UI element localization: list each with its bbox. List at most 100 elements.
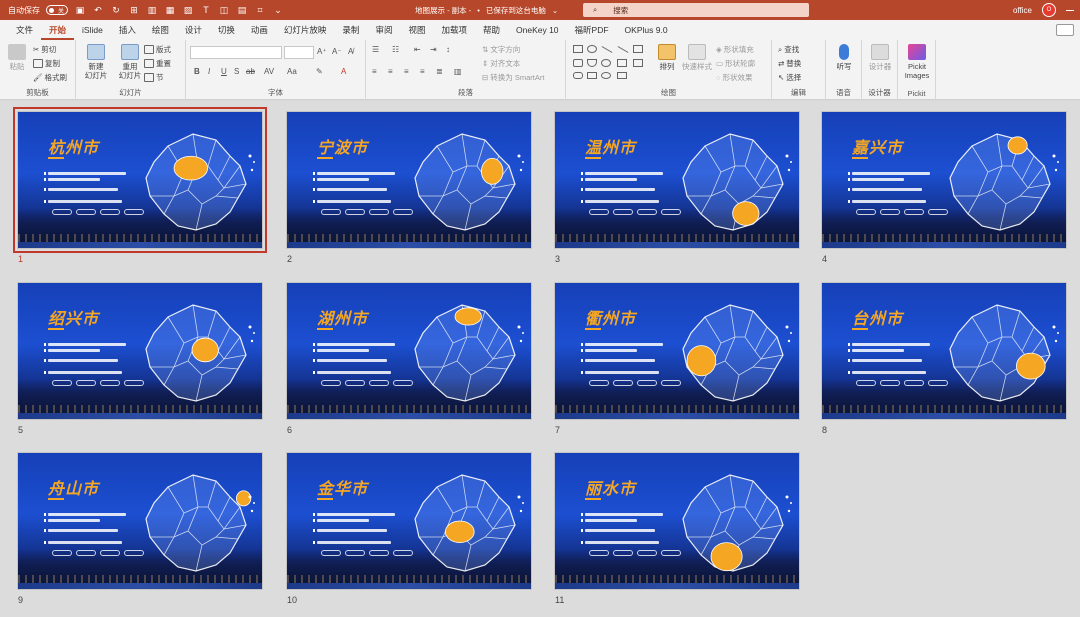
avatar[interactable]: O [1042,3,1056,17]
smartart-button[interactable]: ⊟ 转换为 SmartArt [482,72,544,83]
minimize-icon[interactable] [1066,9,1074,11]
comments-icon[interactable] [1056,24,1074,36]
shapes-gallery[interactable] [571,43,649,81]
slide-thumbnail[interactable]: 丽水市 [554,452,800,590]
align-left-icon[interactable]: ≡ [372,67,377,76]
customize-icon[interactable]: ⌄ [272,4,284,16]
line-shape-icon[interactable] [601,46,613,53]
shrink-font-icon[interactable]: A⁻ [332,47,342,56]
numbering-icon[interactable]: ☷ [392,45,399,54]
spacing-icon[interactable]: AV [264,67,274,76]
text-icon[interactable]: T [200,4,212,16]
format-painter-button[interactable]: 🖌 格式刷 [33,72,67,83]
slide-thumbnail[interactable]: 舟山市 [17,452,263,590]
oval-shape-icon[interactable] [587,45,597,53]
text-direction-button[interactable]: ⇅ 文字方向 [482,44,520,55]
undo-icon[interactable]: ↶ [92,4,104,16]
rounded-rect-shape-icon[interactable] [573,59,583,67]
curve-shape-icon[interactable] [601,72,611,79]
tab-8[interactable]: 幻灯片放映 [276,20,335,40]
bold-icon[interactable]: B [194,67,200,76]
tab-13[interactable]: 帮助 [475,20,508,40]
strikethrough-icon[interactable]: ab [246,67,255,76]
justify-icon[interactable]: ≡ [420,67,425,76]
font-color-icon[interactable]: A [341,67,346,76]
rectangle-shape-icon[interactable] [573,45,583,53]
change-case-icon[interactable]: Aa [287,67,297,76]
tab-6[interactable]: 切换 [210,20,243,40]
triangle-shape-icon[interactable] [587,59,597,67]
slide-thumbnail[interactable]: 湖州市 [286,282,532,420]
slide-thumbnail[interactable]: 衢州市 [554,282,800,420]
table-icon[interactable]: ▦ [164,4,176,16]
replace-button[interactable]: ⇄ 替换 [778,58,801,69]
callout-shape-icon[interactable] [573,72,583,79]
tab-0[interactable]: 文件 [8,20,41,40]
copy-button[interactable]: 复制 [33,58,60,69]
present-icon[interactable]: ⊞ [128,4,140,16]
circle-shape-icon[interactable] [601,59,611,67]
highlight-icon[interactable]: ✎ [316,67,323,76]
distributed-icon[interactable]: ≣ [436,67,443,76]
tab-10[interactable]: 审阅 [367,20,400,40]
shape-effects-button[interactable]: ◌ 形状效果 [716,72,752,83]
columns-icon[interactable]: ▥ [454,67,462,76]
tab-5[interactable]: 设计 [177,20,210,40]
italic-icon[interactable]: I [208,67,210,76]
autosave-toggle[interactable]: 关 [46,5,68,15]
align-text-button[interactable]: ⇕ 对齐文本 [482,58,520,69]
slide-thumbnail[interactable]: 绍兴市 [17,282,263,420]
reset-button[interactable]: 重置 [144,58,171,69]
section-button[interactable]: 节 [144,72,164,83]
arrow-shape-icon[interactable] [617,59,627,67]
font-size-select[interactable] [284,46,314,59]
align-center-icon[interactable]: ≡ [388,67,393,76]
find-button[interactable]: ⌕ 查找 [778,44,799,55]
shape-outline-button[interactable]: ▭ 形状轮廓 [716,58,755,69]
slide-thumbnail[interactable]: 金华市 [286,452,532,590]
paste-button[interactable]: 粘贴 [6,44,28,71]
slide-thumbnail[interactable]: 宁波市 [286,111,532,249]
slide-thumbnail[interactable]: 嘉兴市 [821,111,1067,249]
image-icon[interactable]: ▨ [182,4,194,16]
bracket-shape-icon[interactable] [617,72,627,79]
bullets-icon[interactable]: ☰ [372,45,379,54]
increase-indent-icon[interactable]: ⇥ [430,45,437,54]
brace-shape-icon[interactable] [587,72,597,79]
tab-2[interactable]: iSlide [74,20,111,40]
save-icon[interactable]: ▣ [74,4,86,16]
star-shape-icon[interactable] [633,59,643,67]
shape-icon[interactable]: ◫ [218,4,230,16]
slide-thumbnail[interactable]: 台州市 [821,282,1067,420]
slide-thumbnail[interactable]: 温州市 [554,111,800,249]
grow-font-icon[interactable]: A⁺ [317,47,327,56]
tab-1[interactable]: 开始 [41,20,75,40]
pickit-button[interactable]: Pickit Images [900,44,934,80]
shape-fill-button[interactable]: ◈ 形状填充 [716,44,754,55]
dictate-button[interactable]: 听写 [832,44,856,71]
font-family-select[interactable] [190,46,282,59]
quick-styles-button[interactable]: 快速样式 [682,44,712,71]
search-box[interactable]: ⌕ 搜索 [583,3,809,17]
underline-icon[interactable]: U [221,67,227,76]
redo-icon[interactable]: ↻ [110,4,122,16]
arrange-button[interactable]: 排列 [656,44,678,71]
slide-thumbnail[interactable]: 杭州市 [13,107,267,253]
textbox-shape-icon[interactable] [633,45,643,53]
chart-icon[interactable]: ▤ [236,4,248,16]
tab-16[interactable]: OKPlus 9.0 [617,20,676,40]
new-slide-button[interactable]: 新建 幻灯片 [82,44,110,80]
reuse-slides-button[interactable]: 重用 幻灯片 [116,44,144,80]
clear-format-icon[interactable]: A̸ [348,47,353,56]
line-spacing-icon[interactable]: ↕ [446,45,450,54]
align-right-icon[interactable]: ≡ [404,67,409,76]
save-status[interactable]: 已保存到这台电脑 [486,5,546,16]
tab-11[interactable]: 视图 [400,20,433,40]
shadow-icon[interactable]: S [234,67,239,76]
line2-shape-icon[interactable] [617,46,629,53]
cut-button[interactable]: ✂ 剪切 [33,44,56,55]
crop-icon[interactable]: ⌗ [254,4,266,16]
chevron-down-icon[interactable]: ⌄ [552,6,558,15]
tab-9[interactable]: 录制 [334,20,367,40]
account-name[interactable]: office [1013,6,1032,15]
